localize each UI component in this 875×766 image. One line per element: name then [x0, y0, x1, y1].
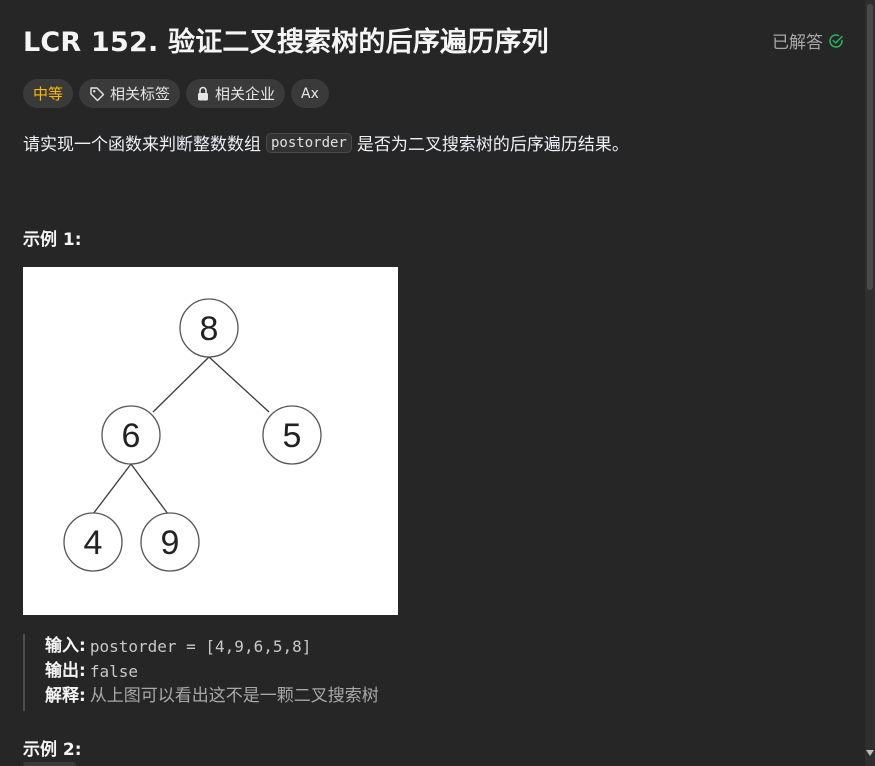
inline-code: postorder [266, 132, 352, 153]
solved-status: 已解答 [772, 28, 844, 53]
output-value: false [89, 662, 138, 681]
tree-edge [92, 463, 132, 515]
tree-edge [152, 356, 210, 413]
tree-edge [208, 356, 270, 413]
difficulty-label: 中等 [33, 85, 64, 103]
tree-edge [130, 463, 169, 515]
example-1-heading: 示例 1: [23, 230, 82, 250]
explanation-label: 解释: [45, 686, 86, 706]
check-circle-icon [829, 33, 843, 48]
tree-node-label: 9 [161, 524, 180, 562]
example-1-input: 输入: postorder = [4,9,6,5,8] [45, 634, 379, 659]
tag-icon [90, 86, 105, 101]
tree-node-label: 5 [283, 417, 302, 455]
font-size-button[interactable]: Ax [291, 79, 329, 108]
input-label: 输入: [45, 636, 86, 656]
problem-title: LCR 152. 验证二叉搜索树的后序遍历序列 [23, 27, 549, 58]
description-text-after: 是否为二叉搜索树的后序遍历结果。 [356, 135, 629, 155]
input-value: postorder = [4,9,6,5,8] [89, 637, 312, 656]
example-2-input-chip [23, 762, 76, 766]
output-label: 输出: [45, 661, 86, 681]
topics-tag-label: 相关标签 [110, 85, 171, 103]
example-1-tree-image: 8 6 5 4 9 [23, 267, 398, 615]
example-1-io-block: 输入: postorder = [4,9,6,5,8] 输出: false 解释… [23, 634, 379, 711]
tree-node-label: 8 [200, 310, 219, 348]
topics-tag-button[interactable]: 相关标签 [79, 79, 181, 108]
example-1-explanation: 解释: 从上图可以看出这不是一颗二叉搜索树 [45, 684, 379, 709]
companies-tag-label: 相关企业 [215, 85, 276, 103]
vertical-scrollbar[interactable] [865, 0, 875, 766]
companies-tag-button[interactable]: 相关企业 [186, 79, 286, 108]
tree-node-label: 4 [84, 524, 103, 562]
example-2-heading: 示例 2: [23, 740, 82, 760]
tree-node-label: 6 [122, 417, 141, 455]
description-text-before: 请实现一个函数来判断整数数组 [23, 135, 261, 155]
example-1-output: 输出: false [45, 659, 379, 684]
scroll-down-arrow-icon[interactable] [866, 750, 874, 756]
explanation-value: 从上图可以看出这不是一颗二叉搜索树 [89, 686, 379, 706]
lock-icon [198, 86, 209, 100]
binary-tree-diagram: 8 6 5 4 9 [63, 298, 322, 572]
scrollbar-thumb[interactable] [867, 4, 873, 290]
problem-description: 请实现一个函数来判断整数数组 postorder 是否为二叉搜索树的后序遍历结果… [23, 130, 629, 155]
solved-label: 已解答 [772, 33, 823, 53]
font-size-icon: Ax [301, 85, 319, 102]
difficulty-badge: 中等 [23, 79, 74, 108]
tag-row: 中等 相关标签 相关企业 Ax [23, 79, 329, 108]
